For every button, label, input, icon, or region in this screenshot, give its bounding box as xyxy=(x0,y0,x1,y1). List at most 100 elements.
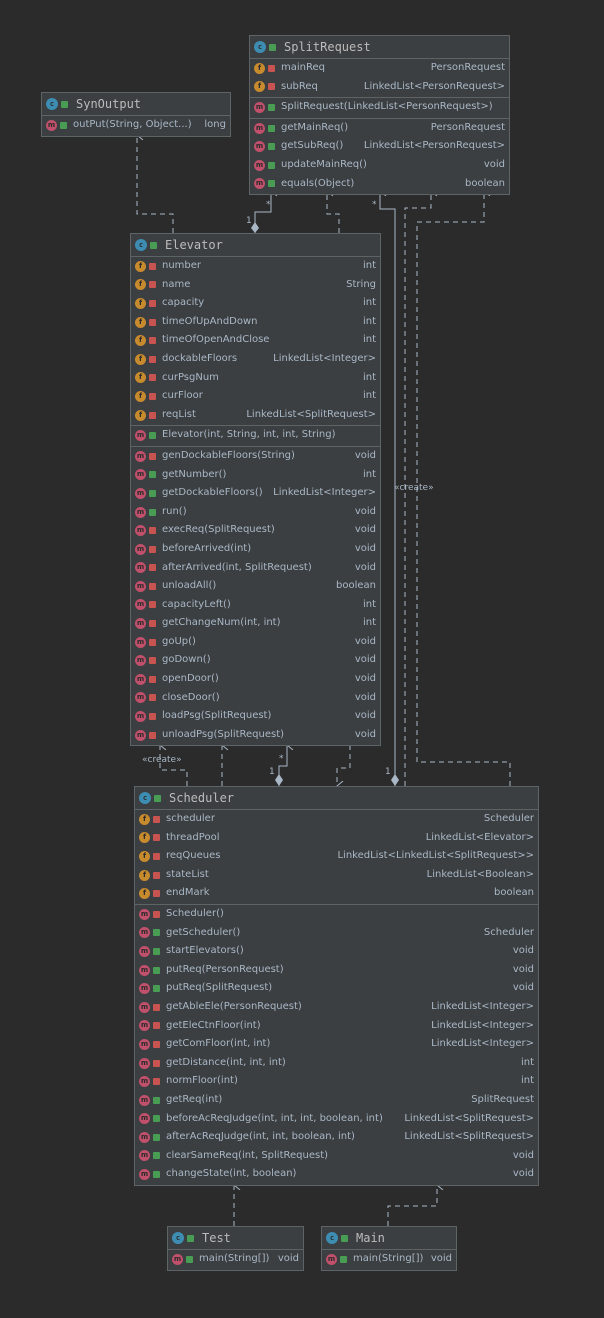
private-lock-icon xyxy=(149,675,156,683)
class-header-main[interactable]: c Main xyxy=(322,1227,456,1250)
method-row[interactable]: m getAbleEle(PersonRequest) LinkedList<Int… xyxy=(135,998,538,1017)
method-row[interactable]: m changeState(int, boolean) void xyxy=(135,1165,538,1184)
method-row[interactable]: m genDockableFloors(String) void xyxy=(131,447,380,466)
class-header-scheduler[interactable]: c Scheduler xyxy=(135,787,538,810)
field-row[interactable]: f capacity int xyxy=(131,294,380,313)
method-row[interactable]: m beforeArrived(int) void xyxy=(131,540,380,559)
method-row[interactable]: m Scheduler() xyxy=(135,905,538,924)
method-row[interactable]: m goUp() void xyxy=(131,633,380,652)
field-icon: f xyxy=(139,850,150,862)
method-row[interactable]: m execReq(SplitRequest) void xyxy=(131,521,380,540)
class-box-elevator[interactable]: c Elevator f number int f name String f capacity i… xyxy=(130,233,381,747)
public-open-icon xyxy=(149,508,156,516)
method-row[interactable]: m getDistance(int, int, int) int xyxy=(135,1054,538,1073)
private-lock-icon xyxy=(149,657,156,665)
method-row[interactable]: m getSubReq() LinkedList<PersonRequest> xyxy=(250,137,509,156)
method-icon: m xyxy=(139,945,150,957)
method-icon: m xyxy=(139,1094,150,1106)
member-name: genDockableFloors(String) xyxy=(162,449,295,461)
method-row[interactable]: m SplitRequest(LinkedList<PersonRequest>) xyxy=(250,98,509,117)
class-header-splitrequest[interactable]: c SplitRequest xyxy=(250,36,509,59)
method-row[interactable]: m getNumber() int xyxy=(131,466,380,485)
class-header-synoutput[interactable]: c SynOutput xyxy=(42,93,230,116)
member-type: void xyxy=(512,1149,534,1161)
member-name: unloadAll() xyxy=(162,580,217,592)
public-open-icon xyxy=(153,1171,160,1179)
method-row[interactable]: m Elevator(int, String, int, int, String) xyxy=(131,426,380,445)
method-row[interactable]: m getReq(int) SplitRequest xyxy=(135,1091,538,1110)
method-row[interactable]: m getScheduler() Scheduler xyxy=(135,924,538,943)
field-row[interactable]: f stateList LinkedList<Boolean> xyxy=(135,866,538,885)
method-row[interactable]: m getChangeNum(int, int) int xyxy=(131,614,380,633)
member-name: endMark xyxy=(166,887,210,899)
field-row[interactable]: f scheduler Scheduler xyxy=(135,810,538,829)
class-header-elevator[interactable]: c Elevator xyxy=(131,234,380,257)
method-row[interactable]: m equals(Object) boolean xyxy=(250,175,509,194)
method-row[interactable]: m unloadPsg(SplitRequest) void xyxy=(131,726,380,745)
field-row[interactable]: f timeOfUpAndDown int xyxy=(131,313,380,332)
method-row[interactable]: m run() void xyxy=(131,503,380,522)
method-row[interactable]: m putReq(SplitRequest) void xyxy=(135,979,538,998)
method-row[interactable]: m unloadAll() boolean xyxy=(131,577,380,596)
class-box-synoutput[interactable]: c SynOutput m outPut(String, Object...) long xyxy=(41,92,231,137)
method-row[interactable]: m goDown() void xyxy=(131,651,380,670)
method-row[interactable]: m clearSameReq(int, SplitRequest) void xyxy=(135,1147,538,1166)
member-type: int xyxy=(362,390,376,402)
field-icon: f xyxy=(135,353,146,365)
method-icon: m xyxy=(139,1169,150,1181)
private-lock-icon xyxy=(149,564,156,572)
method-row[interactable]: m main(String[]) void xyxy=(168,1250,303,1269)
method-row[interactable]: m afterArrived(int, SplitRequest) void xyxy=(131,559,380,578)
method-row[interactable]: m outPut(String, Object...) long xyxy=(42,116,230,135)
multiplicity-one-elevator: 1 xyxy=(269,767,275,777)
method-row[interactable]: m main(String[]) void xyxy=(322,1250,456,1269)
member-type: void xyxy=(354,673,376,685)
method-icon: m xyxy=(135,430,146,442)
field-row[interactable]: f reqList LinkedList<SplitRequest> xyxy=(131,406,380,425)
class-box-scheduler[interactable]: c Scheduler f scheduler Scheduler f threadPool… xyxy=(134,786,539,1186)
field-row[interactable]: f mainReq PersonRequest xyxy=(250,59,509,78)
public-open-icon xyxy=(340,1255,347,1263)
member-name: subReq xyxy=(281,80,318,92)
edge-scheduler-elevator-create xyxy=(160,745,188,786)
field-icon: f xyxy=(135,316,146,328)
class-header-test[interactable]: c Test xyxy=(168,1227,303,1250)
public-open-icon xyxy=(153,1133,160,1141)
method-icon: m xyxy=(139,1038,150,1050)
field-row[interactable]: f timeOfOpenAndClose int xyxy=(131,331,380,350)
field-row[interactable]: f endMark boolean xyxy=(135,884,538,903)
class-box-test[interactable]: c Test m main(String[]) void xyxy=(167,1226,304,1271)
method-row[interactable]: m getEleCtnFloor(int) LinkedList<Integer> xyxy=(135,1017,538,1036)
method-row[interactable]: m startElevators() void xyxy=(135,942,538,961)
method-row[interactable]: m updateMainReq() void xyxy=(250,156,509,175)
field-row[interactable]: f dockableFloors LinkedList<Integer> xyxy=(131,350,380,369)
field-row[interactable]: f curPsgNum int xyxy=(131,369,380,388)
method-row[interactable]: m putReq(PersonRequest) void xyxy=(135,961,538,980)
method-row[interactable]: m loadPsg(SplitRequest) void xyxy=(131,707,380,726)
method-row[interactable]: m getComFloor(int, int) LinkedList<Integer… xyxy=(135,1035,538,1054)
method-icon: m xyxy=(254,101,265,113)
field-row[interactable]: f threadPool LinkedList<Elevator> xyxy=(135,829,538,848)
member-name: number xyxy=(162,260,202,271)
class-box-main[interactable]: c Main m main(String[]) void xyxy=(321,1226,457,1271)
public-open-icon xyxy=(268,161,275,169)
method-row[interactable]: m beforeAcReqJudge(int, int, int, boolean… xyxy=(135,1110,538,1129)
member-name: clearSameReq(int, SplitRequest) xyxy=(166,1149,329,1161)
field-row[interactable]: f curFloor int xyxy=(131,387,380,406)
method-row[interactable]: m normFloor(int) int xyxy=(135,1072,538,1091)
class-box-splitrequest[interactable]: c SplitRequest f mainReq PersonRequest f subRe… xyxy=(249,35,510,196)
method-row[interactable]: m closeDoor() void xyxy=(131,689,380,708)
field-row[interactable]: f number int xyxy=(131,257,380,276)
public-open-icon xyxy=(153,1096,160,1104)
method-row[interactable]: m getMainReq() PersonRequest xyxy=(250,119,509,138)
method-row[interactable]: m openDoor() void xyxy=(131,670,380,689)
member-name: main(String[]) xyxy=(199,1253,270,1264)
field-row[interactable]: f reqQueues LinkedList<LinkedList<SplitReq… xyxy=(135,847,538,866)
method-row[interactable]: m afterAcReqJudge(int, int, boolean, int)… xyxy=(135,1128,538,1147)
field-row[interactable]: f subReq LinkedList<PersonRequest> xyxy=(250,78,509,97)
member-type: String xyxy=(346,278,376,290)
method-row[interactable]: m capacityLeft() int xyxy=(131,596,380,615)
method-row[interactable]: m getDockableFloors() LinkedList<Integer> xyxy=(131,484,380,503)
member-name: changeState(int, boolean) xyxy=(166,1168,297,1180)
field-row[interactable]: f name String xyxy=(131,276,380,295)
